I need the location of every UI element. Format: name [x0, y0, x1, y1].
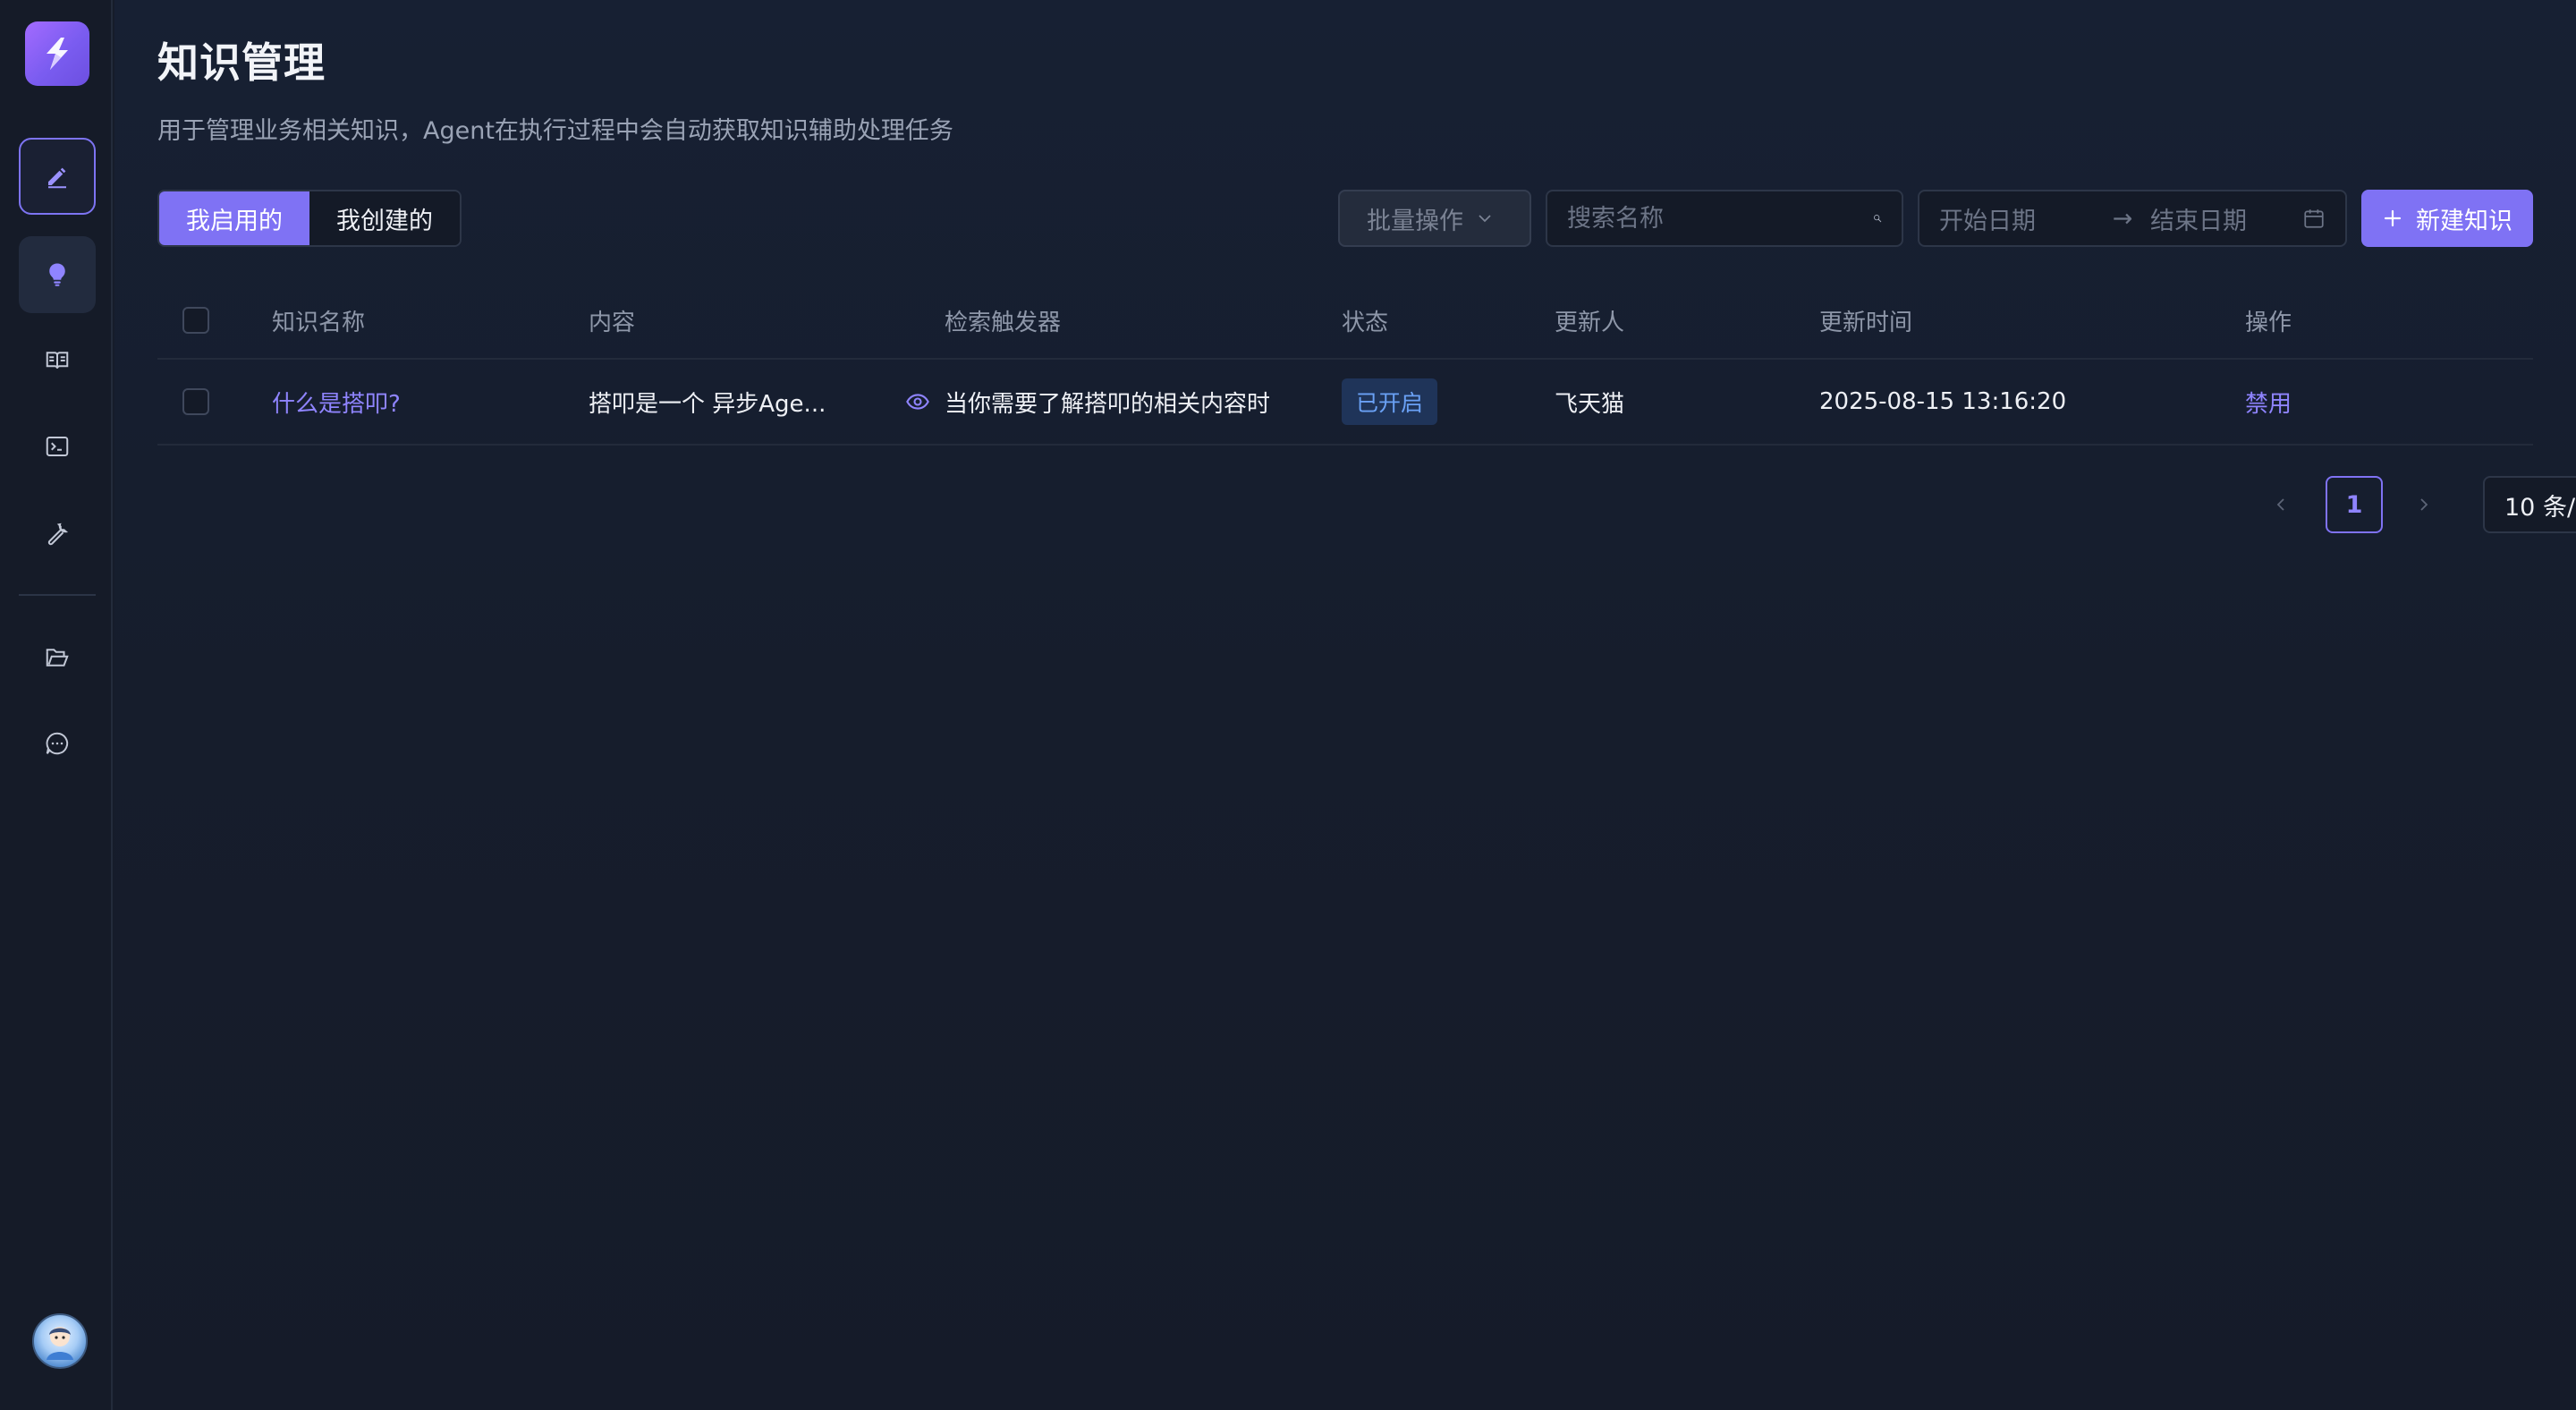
page-size-label: 10 条/页: [2504, 493, 2576, 522]
tab-group: 我启用的 我创建的: [157, 190, 462, 247]
sidebar-item-chat[interactable]: [19, 705, 96, 782]
lightbulb-icon: [49, 263, 65, 286]
prev-page-button[interactable]: [2261, 476, 2301, 533]
date-start-input[interactable]: 开始日期: [1939, 201, 2100, 236]
sidebar-item-docs[interactable]: [19, 322, 96, 399]
select-all-checkbox[interactable]: [182, 307, 209, 334]
avatar-image: [47, 1327, 73, 1360]
sidebar-divider: [19, 594, 96, 596]
preview-cell: [905, 360, 930, 444]
batch-actions-dropdown[interactable]: 批量操作: [1338, 190, 1531, 247]
new-knowledge-label: 新建知识: [2416, 207, 2512, 235]
header-content: 内容: [589, 309, 636, 336]
batch-actions-label: 批量操作: [1367, 207, 1463, 235]
header-updated-at: 更新时间: [1819, 309, 1913, 336]
knowledge-name-link[interactable]: 什么是搭叩?: [272, 360, 401, 444]
tab-enabled-by-me[interactable]: 我启用的: [159, 191, 309, 245]
disable-button[interactable]: 禁用: [2245, 360, 2292, 444]
new-knowledge-button[interactable]: 新建知识: [2361, 190, 2533, 247]
date-end-input[interactable]: 结束日期: [2145, 201, 2302, 236]
main-content: 知识管理 用于管理业务相关知识，Agent在执行过程中会自动获取知识辅助处理任务…: [114, 0, 2576, 1410]
eye-icon[interactable]: [905, 389, 930, 414]
search-icon[interactable]: [1873, 207, 1882, 230]
plus-icon: [2384, 209, 2402, 227]
chevron-down-icon: [1479, 215, 1491, 223]
table-header: 知识名称 内容 检索触发器 状态 更新人 更新时间 操作: [157, 283, 2533, 360]
status-badge: 已开启: [1342, 378, 1438, 425]
select-all-cell: [182, 283, 209, 358]
chevron-right-icon: [2420, 498, 2428, 511]
sidebar-item-knowledge[interactable]: [19, 236, 96, 313]
folder-icon: [46, 649, 69, 667]
page-title: 知识管理: [157, 38, 326, 87]
app-logo[interactable]: [25, 21, 89, 86]
knowledge-updater: 飞天猫: [1555, 390, 1625, 418]
search-box: [1546, 190, 1903, 247]
knowledge-trigger: 当你需要了解搭叩的相关内容时: [945, 390, 1271, 418]
chat-icon: [46, 732, 69, 755]
user-avatar[interactable]: [32, 1313, 88, 1369]
date-range-picker[interactable]: 开始日期 → 结束日期: [1918, 190, 2347, 247]
page-number-current[interactable]: 1: [2326, 476, 2383, 533]
status-cell: 已开启: [1342, 360, 1438, 444]
wrench-icon: [47, 522, 69, 546]
search-input[interactable]: [1567, 204, 1873, 233]
book-icon: [46, 352, 69, 369]
sidebar-item-edit[interactable]: [19, 138, 96, 215]
page-size-select[interactable]: 10 条/页: [2483, 476, 2576, 533]
header-updater: 更新人: [1555, 309, 1625, 336]
knowledge-table: 知识名称 内容 检索触发器 状态 更新人 更新时间 操作 什么是搭叩? 搭叩是一…: [157, 283, 2533, 446]
arrow-right-icon: →: [2112, 204, 2133, 233]
chevron-left-icon: [2276, 498, 2284, 511]
header-trigger: 检索触发器: [945, 309, 1062, 336]
row-checkbox[interactable]: [182, 388, 209, 415]
app-window: 知识管理 用于管理业务相关知识，Agent在执行过程中会自动获取知识辅助处理任务…: [0, 0, 2576, 1410]
knowledge-content: 搭叩是一个 异步Age...: [589, 390, 826, 418]
header-action: 操作: [2245, 309, 2292, 336]
sidebar-item-terminal[interactable]: [19, 408, 96, 485]
next-page-button[interactable]: [2404, 476, 2444, 533]
header-status: 状态: [1342, 309, 1389, 336]
terminal-icon: [46, 437, 69, 456]
row-select-cell: [182, 360, 209, 444]
tab-created-by-me[interactable]: 我创建的: [309, 191, 460, 245]
edit-icon: [48, 167, 66, 189]
calendar-icon: [2304, 209, 2324, 228]
sidebar: [0, 0, 113, 1410]
sidebar-item-tools[interactable]: [19, 495, 96, 572]
logo-icon: [47, 38, 68, 70]
table-row: 什么是搭叩? 搭叩是一个 异步Age... 当你需要了解搭叩的相关内容时 已开启…: [157, 360, 2533, 446]
sidebar-item-files[interactable]: [19, 619, 96, 696]
knowledge-updated-at: 2025-08-15 13:16:20: [1819, 388, 2067, 415]
header-name: 知识名称: [272, 309, 366, 336]
page-description: 用于管理业务相关知识，Agent在执行过程中会自动获取知识辅助处理任务: [157, 117, 953, 145]
